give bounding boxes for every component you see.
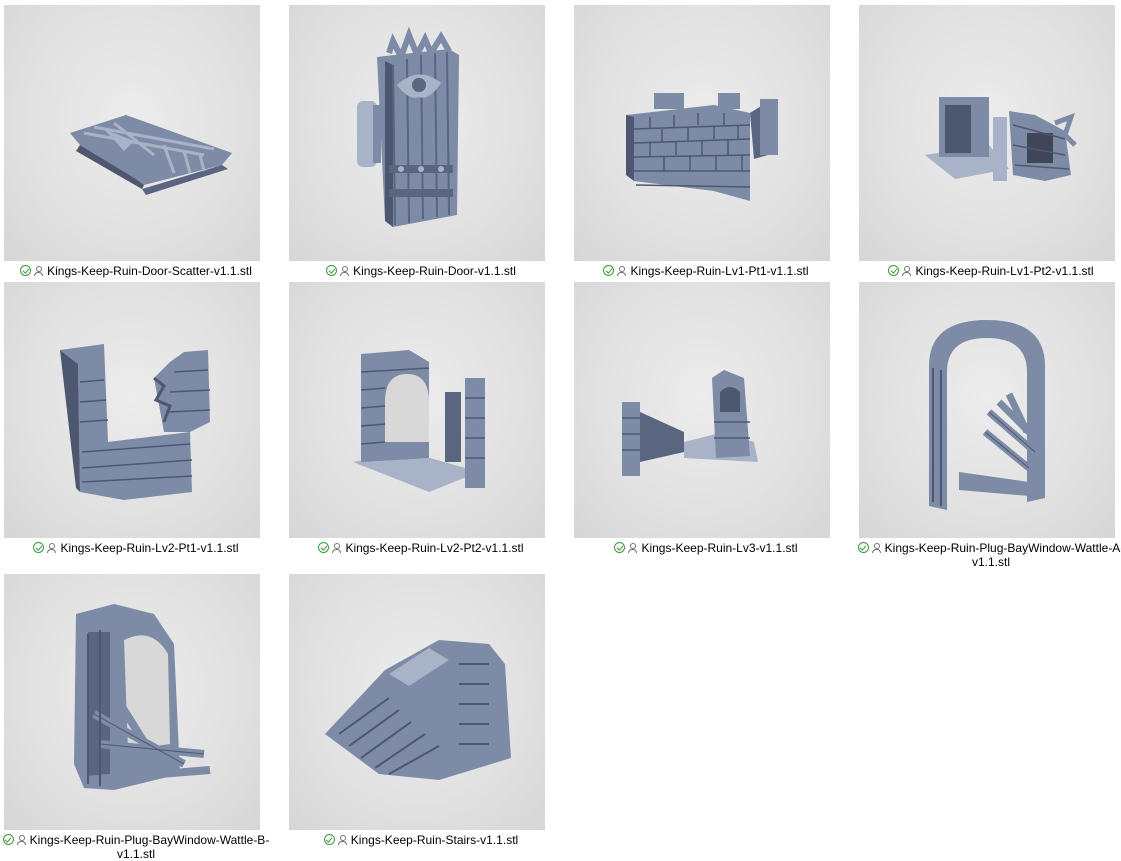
file-thumbnail[interactable]: [574, 5, 830, 261]
person-icon: [871, 543, 881, 553]
lv1-pt2-model-icon: [925, 97, 1077, 181]
file-thumbnail[interactable]: [4, 282, 260, 538]
file-thumbnail[interactable]: [859, 5, 1115, 261]
door-scatter-model-icon: [70, 115, 232, 195]
person-icon: [628, 543, 638, 553]
file-name[interactable]: Kings-Keep-Ruin-Lv2-Pt1-v1.1.stl: [0, 541, 272, 555]
person-icon: [617, 266, 627, 276]
file-name[interactable]: Kings-Keep-Ruin-Lv1-Pt2-v1.1.stl: [855, 264, 1121, 278]
person-icon: [47, 543, 57, 553]
file-name[interactable]: Kings-Keep-Ruin-Door-v1.1.stl: [285, 264, 557, 278]
sync-ok-icon: [318, 542, 330, 553]
bay-window-a-model-icon: [929, 320, 1045, 510]
person-icon: [337, 835, 347, 845]
file-name[interactable]: Kings-Keep-Ruin-Lv3-v1.1.stl: [570, 541, 842, 555]
sync-ok-icon: [33, 542, 45, 553]
file-name[interactable]: Kings-Keep-Ruin-Door-Scatter-v1.1.stl: [0, 264, 272, 278]
file-thumbnail[interactable]: [859, 282, 1115, 538]
file-thumbnail[interactable]: [4, 574, 260, 830]
file-name[interactable]: Kings-Keep-Ruin-Plug-BayWindow-Wattle-A-…: [855, 541, 1121, 569]
sync-ok-icon: [603, 265, 615, 276]
bay-window-b-model-icon: [74, 604, 211, 790]
sync-ok-icon: [2, 834, 14, 845]
sync-ok-icon: [323, 834, 335, 845]
stairs-model-icon: [325, 640, 511, 780]
file-thumbnail[interactable]: [289, 282, 545, 538]
person-icon: [34, 266, 44, 276]
door-model-icon: [357, 26, 459, 227]
lv3-model-icon: [622, 370, 758, 476]
sync-ok-icon: [326, 265, 338, 276]
file-thumbnail[interactable]: [574, 282, 830, 538]
file-name[interactable]: Kings-Keep-Ruin-Stairs-v1.1.stl: [285, 833, 557, 847]
file-thumbnail[interactable]: [4, 5, 260, 261]
lv1-pt1-model-icon: [626, 93, 778, 201]
file-grid: Kings-Keep-Ruin-Door-Scatter-v1.1.stl Ki…: [0, 0, 1121, 861]
sync-ok-icon: [20, 265, 32, 276]
sync-ok-icon: [614, 542, 626, 553]
person-icon: [902, 266, 912, 276]
person-icon: [332, 543, 342, 553]
lv2-pt1-model-icon: [60, 344, 211, 500]
file-name[interactable]: Kings-Keep-Ruin-Plug-BayWindow-Wattle-B-…: [0, 833, 272, 861]
file-thumbnail[interactable]: [289, 574, 545, 830]
file-name[interactable]: Kings-Keep-Ruin-Lv2-Pt2-v1.1.stl: [285, 541, 557, 555]
lv2-pt2-model-icon: [353, 350, 485, 492]
sync-ok-icon: [888, 265, 900, 276]
sync-ok-icon: [857, 542, 869, 553]
person-icon: [16, 835, 26, 845]
file-name[interactable]: Kings-Keep-Ruin-Lv1-Pt1-v1.1.stl: [570, 264, 842, 278]
person-icon: [340, 266, 350, 276]
file-thumbnail[interactable]: [289, 5, 545, 261]
